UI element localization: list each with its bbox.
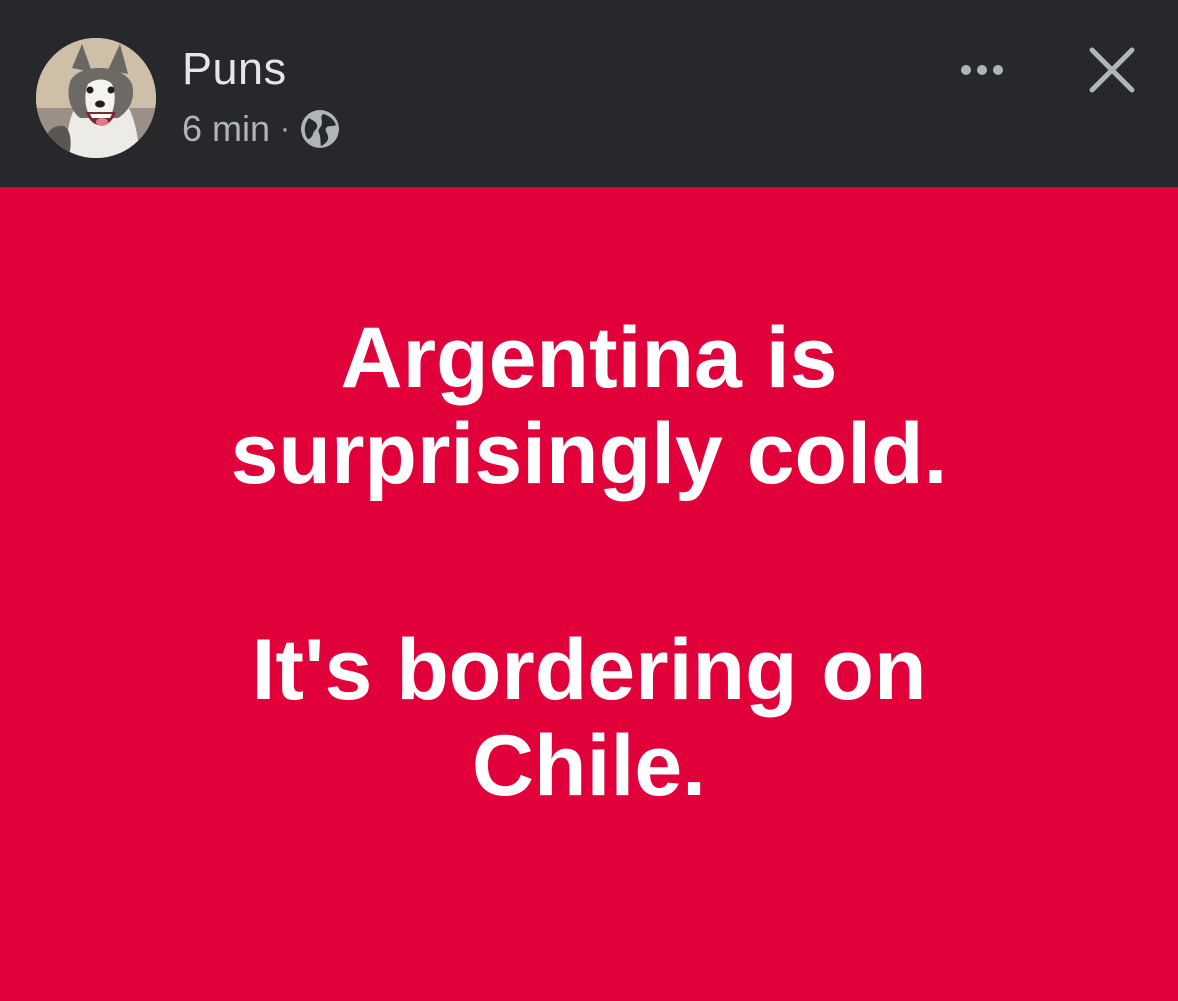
post-viewer: Puns 6 min · Argentina is surprisingly c… — [0, 0, 1178, 1001]
close-icon — [1089, 47, 1135, 93]
more-options-button[interactable] — [952, 50, 1012, 90]
post-meta: 6 min · — [182, 108, 340, 150]
close-button[interactable] — [1087, 45, 1137, 95]
post-time[interactable]: 6 min — [182, 108, 270, 150]
avatar[interactable] — [36, 38, 156, 158]
more-horizontal-icon — [961, 65, 1003, 75]
post-text: Argentina is surprisingly cold. It's bor… — [0, 310, 1178, 814]
post-text-line: Chile. — [471, 718, 707, 814]
post-text-line: Argentina is — [340, 310, 838, 406]
post-header: Puns 6 min · — [0, 0, 1178, 187]
author-name[interactable]: Puns — [182, 46, 287, 91]
husky-avatar-image — [36, 38, 156, 158]
post-text-line: It's bordering on — [251, 622, 927, 718]
globe-icon — [301, 110, 340, 148]
post-text-line: surprisingly cold. — [230, 406, 948, 502]
meta-separator: · — [280, 112, 291, 145]
